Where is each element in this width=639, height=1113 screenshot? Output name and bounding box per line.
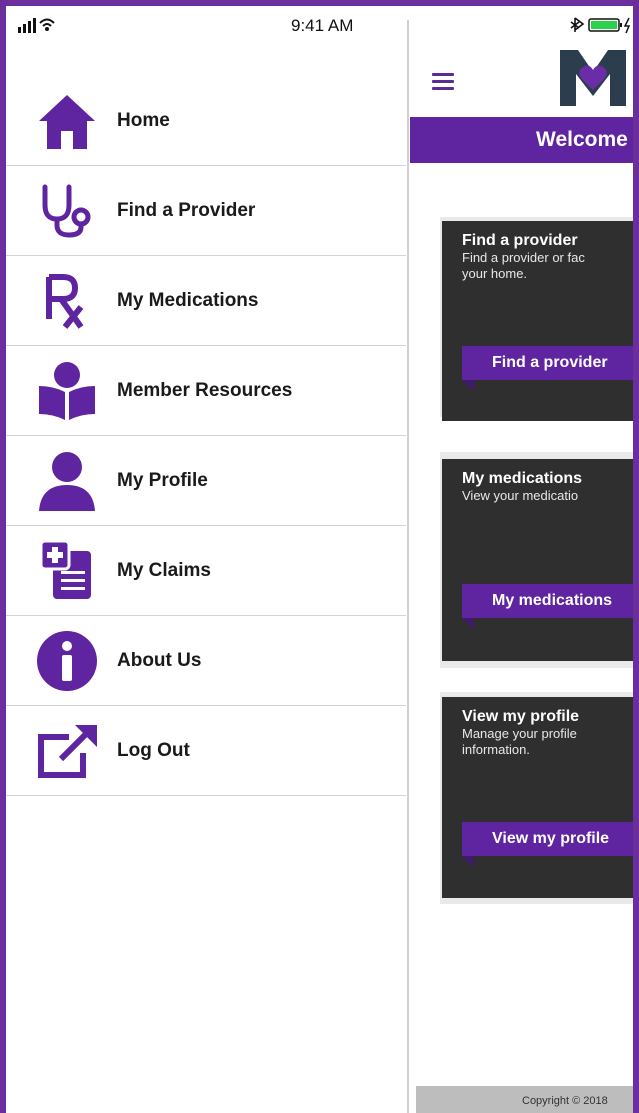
- welcome-banner: Welcome: [410, 117, 633, 163]
- footer: Copyright © 2018: [416, 1086, 633, 1113]
- card-title: View my profile: [462, 708, 580, 725]
- card-description: View your medicatio: [462, 488, 579, 503]
- main-content-panel[interactable]: Welcome Find a provider Find a provider …: [410, 6, 633, 1113]
- claims-document-icon: [34, 538, 100, 604]
- find-provider-button[interactable]: Find a provider: [462, 346, 633, 380]
- menu-label-my-claims: My Claims: [117, 559, 211, 581]
- button-label: My medications: [492, 592, 613, 609]
- rx-icon: [34, 268, 100, 334]
- ribbon-fold: [462, 380, 474, 392]
- ribbon-fold: [462, 618, 474, 630]
- menu-item-my-claims[interactable]: My Claims: [6, 526, 406, 616]
- menu-item-find-provider[interactable]: Find a Provider: [6, 166, 406, 256]
- home-icon: [34, 88, 100, 154]
- ribbon-fold: [462, 856, 474, 868]
- info-icon: [34, 628, 100, 694]
- welcome-text: Welcome: [536, 128, 628, 151]
- menu-item-home[interactable]: Home: [6, 76, 406, 166]
- my-medications-button[interactable]: My medications: [462, 584, 633, 618]
- menu-label-find-provider: Find a Provider: [117, 199, 256, 221]
- bluetooth-battery-icon: [570, 17, 631, 34]
- drawer-divider: [407, 20, 409, 1113]
- menu-label-about-us: About Us: [117, 649, 202, 671]
- reading-person-icon: [34, 358, 100, 424]
- log-out-icon: [34, 718, 100, 784]
- menu-item-member-resources[interactable]: Member Resources: [6, 346, 406, 436]
- hamburger-menu-button[interactable]: [432, 73, 454, 90]
- card-title: Find a provider: [462, 232, 578, 249]
- card-my-medications[interactable]: My medications View your medicatio My me…: [442, 459, 633, 661]
- navigation-drawer: 9:41 AM Home Find a Provider My Medicati…: [6, 6, 406, 1113]
- status-time: 9:41 AM: [291, 16, 354, 35]
- copyright-text: Copyright © 2018: [522, 1095, 608, 1107]
- menu-item-log-out[interactable]: Log Out: [6, 706, 406, 796]
- menu-item-my-medications[interactable]: My Medications: [6, 256, 406, 346]
- card-view-profile[interactable]: View my profile Manage your profile info…: [442, 697, 633, 898]
- view-profile-button[interactable]: View my profile: [462, 822, 633, 856]
- stethoscope-icon: [34, 178, 100, 244]
- button-label: Find a provider: [492, 354, 608, 371]
- button-label: View my profile: [492, 830, 610, 847]
- menu-item-about-us[interactable]: About Us: [6, 616, 406, 706]
- card-title: My medications: [462, 470, 583, 487]
- card-find-provider[interactable]: Find a provider Find a provider or fac y…: [442, 221, 633, 421]
- person-icon: [34, 448, 100, 514]
- app-frame: 9:41 AM Home Find a Provider My Medicati…: [0, 0, 639, 1113]
- menu-label-my-medications: My Medications: [117, 289, 259, 311]
- menu-label-my-profile: My Profile: [117, 469, 208, 491]
- menu-label-member-resources: Member Resources: [117, 379, 293, 401]
- menu-item-my-profile[interactable]: My Profile: [6, 436, 406, 526]
- menu-label-home: Home: [117, 109, 170, 131]
- status-bar: 9:41 AM: [6, 6, 406, 42]
- menu-label-log-out: Log Out: [117, 739, 190, 761]
- card-description: Find a provider or fac your home.: [462, 250, 585, 281]
- brand-logo: [560, 50, 626, 106]
- signal-wifi-icon: [18, 18, 55, 33]
- drawer-menu: Home Find a Provider My Medications Memb…: [6, 76, 406, 796]
- card-description: Manage your profile information.: [462, 726, 577, 757]
